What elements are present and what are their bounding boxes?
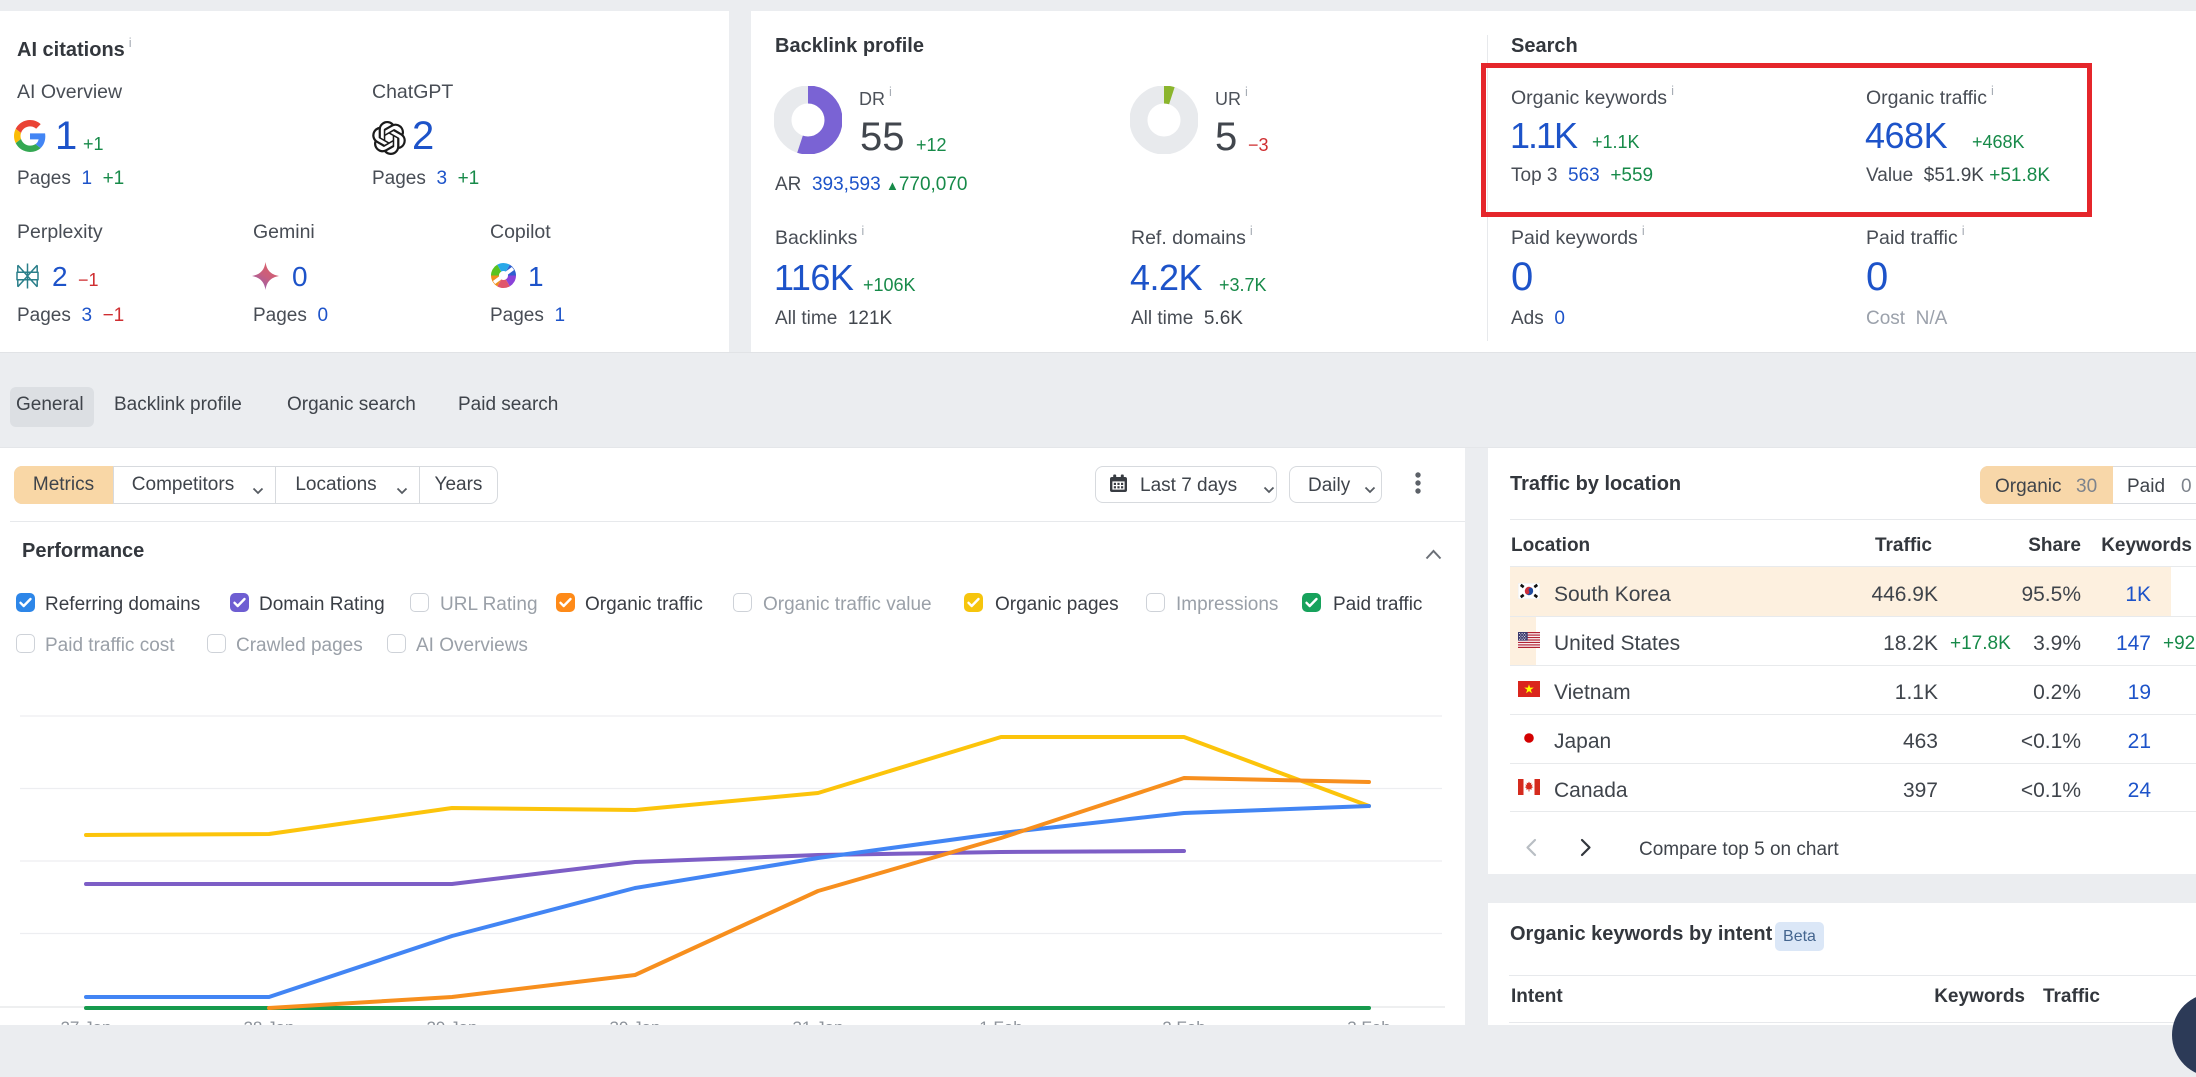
svg-text:28 Jan: 28 Jan [243, 1018, 294, 1025]
svg-text:3 Feb: 3 Feb [1347, 1018, 1390, 1025]
svg-text:2 Feb: 2 Feb [1162, 1018, 1205, 1025]
svg-text:27 Jan: 27 Jan [60, 1018, 111, 1025]
svg-text:29 Jan: 29 Jan [426, 1018, 477, 1025]
svg-text:31 Jan: 31 Jan [792, 1018, 843, 1025]
svg-text:1 Feb: 1 Feb [979, 1018, 1022, 1025]
svg-text:30 Jan: 30 Jan [609, 1018, 660, 1025]
